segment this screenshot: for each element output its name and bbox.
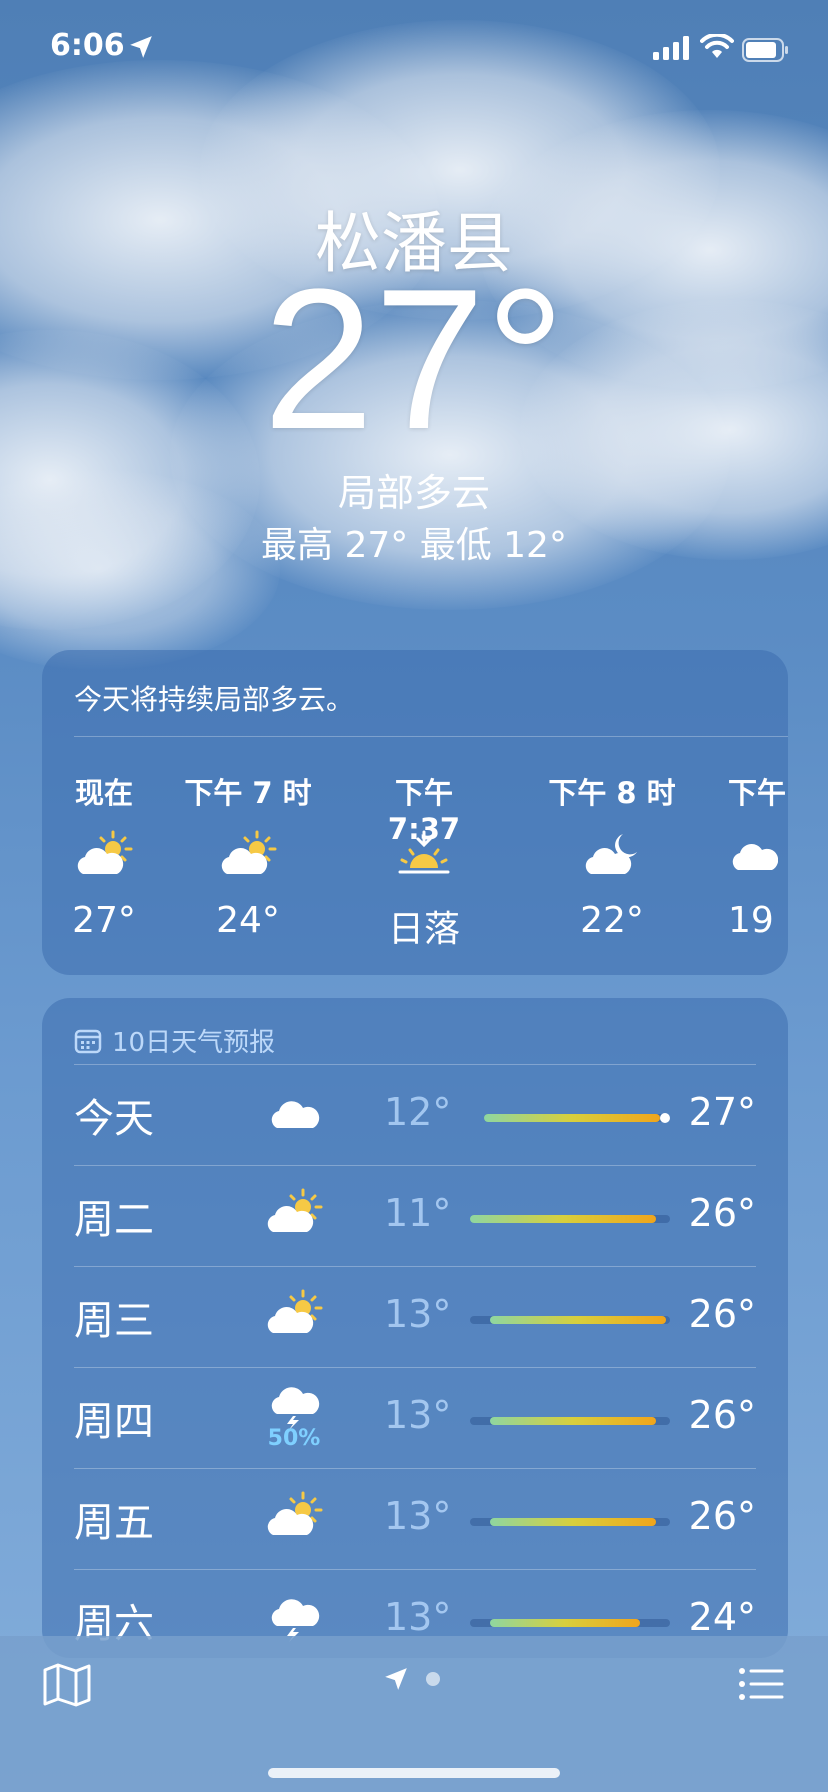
hourly-summary: 今天将持续局部多云。 <box>74 683 355 716</box>
wifi-icon <box>700 34 734 58</box>
day-row[interactable]: 周三 13° 26° <box>74 1266 756 1367</box>
day-low-temp: 11° <box>384 1191 452 1235</box>
day-high-temp: 27° <box>688 1090 756 1134</box>
day-name: 周四 <box>74 1399 154 1445</box>
day-low-temp: 13° <box>384 1494 452 1538</box>
partly-cloudy-day-icon <box>77 830 133 874</box>
temperature-range-fill <box>490 1619 640 1627</box>
temperature-range-bar <box>470 1518 670 1526</box>
day-row[interactable]: 周二 11° 26° <box>74 1165 756 1266</box>
partly-cloudy-day-icon <box>221 830 277 874</box>
day-name: 周五 <box>74 1500 154 1546</box>
day-row[interactable]: 周五 13° 26° <box>74 1468 756 1569</box>
hourly-forecast-card[interactable]: 今天将持续局部多云。 现在 27° 下午 7 时 24° 下午 7:37 日落 … <box>42 650 788 975</box>
cloud-icon <box>271 1101 320 1128</box>
partly-cloudy-day-icon <box>267 1491 323 1535</box>
thunderstorm-icon <box>271 1386 320 1430</box>
hour-value: 22° <box>580 900 644 941</box>
hour-label: 下午 7:37 <box>387 776 461 846</box>
home-indicator[interactable] <box>268 1768 560 1778</box>
hour-item[interactable]: 现在 27° <box>42 770 174 941</box>
temperature-range-fill <box>490 1417 656 1425</box>
battery-icon <box>742 38 788 62</box>
day-high-temp: 24° <box>688 1595 756 1639</box>
day-low-temp: 13° <box>384 1393 452 1437</box>
hour-value: 24° <box>216 900 280 941</box>
hour-value: 27° <box>72 900 136 941</box>
day-high-temp: 26° <box>688 1292 756 1336</box>
day-low-temp: 12° <box>384 1090 452 1134</box>
hour-item[interactable]: 下午 8 时 22° <box>542 770 682 941</box>
partly-cloudy-day-icon <box>267 1289 323 1333</box>
temperature-range-fill <box>490 1316 666 1324</box>
daily-header: 10日天气预报 <box>74 1022 275 1059</box>
hour-item[interactable]: 下午 7 时 24° <box>178 770 318 941</box>
hour-label: 下午 7 时 <box>184 776 312 810</box>
status-time: 6:06 <box>50 28 125 63</box>
calendar-icon <box>74 1029 102 1053</box>
temperature-range-bar <box>470 1417 670 1425</box>
hour-label: 下午 <box>728 776 787 810</box>
day-high-temp: 26° <box>688 1494 756 1538</box>
daily-forecast-card[interactable]: 10日天气预报 今天 12° 27° 周二 11° 26° 周三 13° 26°… <box>42 998 788 1658</box>
page-indicator-dot[interactable] <box>426 1672 440 1686</box>
temperature-range-bar <box>470 1215 670 1223</box>
temperature-range-fill <box>470 1215 656 1223</box>
signal-icon <box>653 36 689 60</box>
hour-label: 下午 8 时 <box>548 776 676 810</box>
list-icon[interactable] <box>738 1666 784 1702</box>
temperature-range-bar <box>470 1316 670 1324</box>
hour-item[interactable]: 下午 19 <box>718 770 788 941</box>
precipitation-chance: 50% <box>267 1425 321 1451</box>
thunderstorm-icon <box>271 1599 320 1642</box>
cloud-icon <box>732 844 778 870</box>
current-condition: 局部多云 <box>337 471 490 515</box>
hour-value: 19 <box>728 900 774 941</box>
day-row[interactable]: 周四 50% 13° 26° <box>74 1367 756 1468</box>
temperature-range-bar <box>470 1619 670 1627</box>
divider <box>74 736 788 737</box>
partly-cloudy-night-icon <box>585 834 637 874</box>
high-low-temperature: 最高 27° 最低 12° <box>261 525 567 566</box>
partly-cloudy-day-icon <box>267 1188 323 1232</box>
day-high-temp: 26° <box>688 1191 756 1235</box>
location-arrow-icon[interactable] <box>383 1666 409 1692</box>
day-name: 周三 <box>74 1298 154 1344</box>
day-name: 今天 <box>74 1096 154 1142</box>
map-icon[interactable] <box>42 1662 92 1708</box>
day-low-temp: 13° <box>384 1595 452 1639</box>
day-row[interactable]: 今天 12° 27° <box>74 1064 756 1165</box>
current-temperature: 27° <box>262 248 566 471</box>
temperature-range-bar <box>484 1113 670 1123</box>
sunset-icon <box>398 830 450 874</box>
day-high-temp: 26° <box>688 1393 756 1437</box>
day-low-temp: 13° <box>384 1292 452 1336</box>
temperature-range-fill <box>490 1518 656 1526</box>
daily-header-label: 10日天气预报 <box>112 1028 276 1058</box>
hour-value: 日落 <box>387 909 460 950</box>
hour-label: 现在 <box>74 776 133 810</box>
temperature-range-fill <box>484 1114 660 1122</box>
current-temp-dot <box>660 1113 670 1123</box>
location-arrow-icon <box>130 36 152 58</box>
hour-item[interactable]: 下午 7:37 日落 <box>354 770 494 952</box>
status-bar: 6:06 <box>0 0 828 100</box>
day-name: 周二 <box>74 1197 154 1243</box>
